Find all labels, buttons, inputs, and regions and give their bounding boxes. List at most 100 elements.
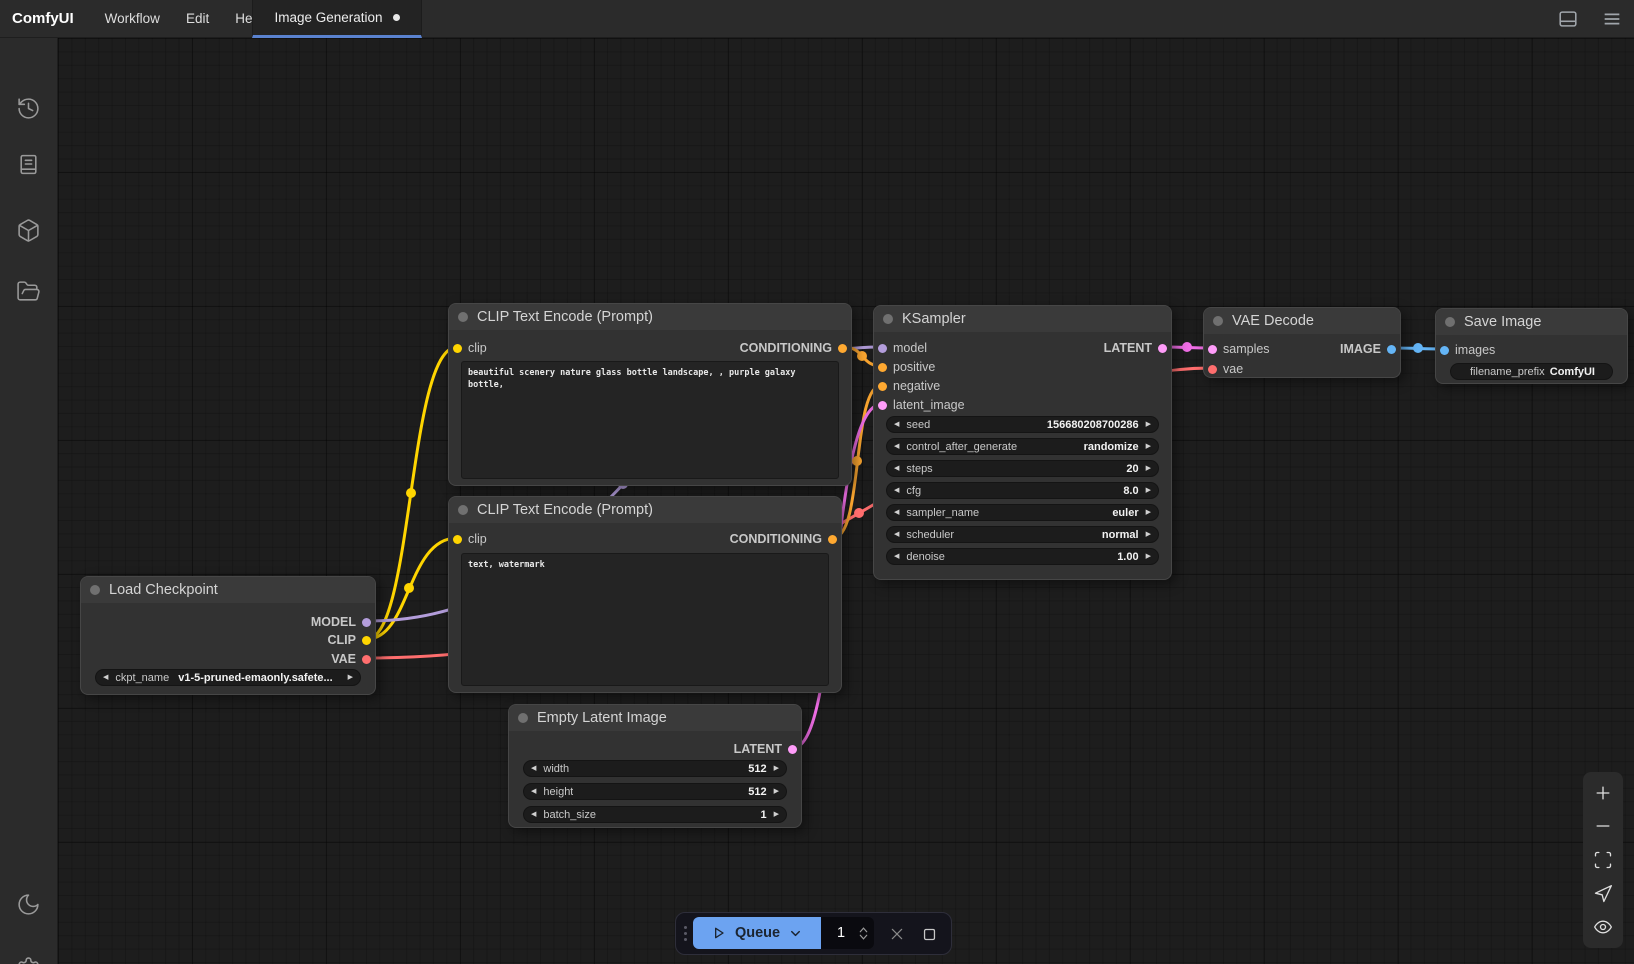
widget-right-arrow-icon[interactable]: ▶ (1146, 553, 1151, 560)
prompt-textarea[interactable]: beautiful scenery nature glass bottle la… (461, 361, 839, 479)
widget-left-arrow-icon[interactable]: ◀ (103, 674, 108, 681)
widget-left-arrow-icon[interactable]: ◀ (531, 765, 536, 772)
widget-right-arrow-icon[interactable]: ▶ (774, 788, 779, 795)
input-slot-negative[interactable] (878, 382, 887, 391)
model-library-icon[interactable] (11, 212, 47, 248)
widget-left-arrow-icon[interactable]: ◀ (894, 443, 899, 450)
node-title-bar[interactable]: Save Image (1436, 309, 1627, 335)
output-slot-latent[interactable] (788, 745, 797, 754)
workflows-folder-icon[interactable] (11, 273, 47, 309)
clear-queue-button[interactable] (884, 921, 910, 947)
prompt-textarea[interactable]: text, watermark (461, 553, 829, 686)
node-ksampler[interactable]: KSampler model LATENT positive negative … (873, 305, 1172, 580)
widget-right-arrow-icon[interactable]: ▶ (1146, 465, 1151, 472)
widget-height[interactable]: ◀ height 512 ▶ (523, 783, 787, 800)
widget-sampler-name[interactable]: ◀ sampler_name euler ▶ (886, 504, 1159, 521)
output-slot-conditioning[interactable] (828, 535, 837, 544)
output-slot-conditioning[interactable] (838, 344, 847, 353)
zoom-out-button[interactable] (1585, 811, 1621, 841)
widget-denoise[interactable]: ◀ denoise 1.00 ▶ (886, 548, 1159, 565)
node-library-icon[interactable] (11, 146, 47, 182)
widget-left-arrow-icon[interactable]: ◀ (894, 509, 899, 516)
node-load-checkpoint[interactable]: Load Checkpoint MODEL CLIP VAE ◀ ckpt_na… (80, 576, 376, 695)
input-slot-positive[interactable] (878, 363, 887, 372)
widget-control-after-generate[interactable]: ◀ control_after_generate randomize ▶ (886, 438, 1159, 455)
widget-right-arrow-icon[interactable]: ▶ (1146, 509, 1151, 516)
menu-edit[interactable]: Edit (173, 11, 222, 26)
zoom-in-button[interactable] (1585, 778, 1621, 808)
drag-handle-icon[interactable] (684, 926, 687, 941)
widget-left-arrow-icon[interactable]: ◀ (894, 421, 899, 428)
node-title-bar[interactable]: CLIP Text Encode (Prompt) (449, 304, 851, 330)
pointer-mode-button[interactable] (1585, 879, 1621, 909)
widget-seed[interactable]: ◀ seed 156680208700286 ▶ (886, 416, 1159, 433)
widget-right-arrow-icon[interactable]: ▶ (348, 674, 353, 681)
settings-gear-icon[interactable] (11, 950, 47, 964)
output-slot-clip[interactable] (362, 636, 371, 645)
input-slot-clip[interactable] (453, 535, 462, 544)
widget-left-arrow-icon[interactable]: ◀ (894, 465, 899, 472)
widget-left-arrow-icon[interactable]: ◀ (894, 553, 899, 560)
chevron-down-icon[interactable] (788, 926, 803, 941)
collapse-dot[interactable] (1445, 317, 1455, 327)
widget-right-arrow-icon[interactable]: ▶ (1146, 443, 1151, 450)
output-slot-image[interactable] (1387, 345, 1396, 354)
widget-right-arrow-icon[interactable]: ▶ (774, 765, 779, 772)
widget-width[interactable]: ◀ width 512 ▶ (523, 760, 787, 777)
node-title-bar[interactable]: VAE Decode (1204, 308, 1400, 334)
widget-left-arrow-icon[interactable]: ◀ (531, 788, 536, 795)
widget-scheduler[interactable]: ◀ scheduler normal ▶ (886, 526, 1159, 543)
collapse-dot[interactable] (883, 314, 893, 324)
widget-left-arrow-icon[interactable]: ◀ (894, 487, 899, 494)
chevron-up-icon[interactable] (858, 926, 869, 933)
widget-steps[interactable]: ◀ steps 20 ▶ (886, 460, 1159, 477)
widget-right-arrow-icon[interactable]: ▶ (1146, 531, 1151, 538)
widget-left-arrow-icon[interactable]: ◀ (531, 811, 536, 818)
theme-toggle-moon-icon[interactable] (11, 886, 47, 922)
collapse-dot[interactable] (518, 713, 528, 723)
collapse-dot[interactable] (458, 505, 468, 515)
widget-filename-prefix[interactable]: filename_prefix ComfyUI (1450, 363, 1613, 380)
widget-cfg[interactable]: ◀ cfg 8.0 ▶ (886, 482, 1159, 499)
menu-workflow[interactable]: Workflow (92, 11, 173, 26)
node-empty-latent-image[interactable]: Empty Latent Image LATENT ◀ width 512 ▶ … (508, 704, 802, 828)
batch-count-input[interactable]: 1 (821, 917, 874, 949)
node-vae-decode[interactable]: VAE Decode samples IMAGE vae (1203, 307, 1401, 378)
history-icon[interactable] (11, 90, 47, 126)
node-clip-text-encode-negative[interactable]: CLIP Text Encode (Prompt) clip CONDITION… (448, 496, 842, 693)
input-slot-latent-image[interactable] (878, 401, 887, 410)
node-clip-text-encode-positive[interactable]: CLIP Text Encode (Prompt) clip CONDITION… (448, 303, 852, 486)
slot-row: clip CONDITIONING (449, 339, 851, 357)
collapse-dot[interactable] (1213, 316, 1223, 326)
hamburger-menu-icon[interactable] (1600, 7, 1624, 31)
chevron-down-icon[interactable] (858, 934, 869, 941)
collapse-dot[interactable] (458, 312, 468, 322)
node-save-image[interactable]: Save Image images filename_prefix ComfyU… (1435, 308, 1628, 384)
fit-view-button[interactable] (1585, 845, 1621, 875)
queue-button[interactable]: Queue (693, 917, 821, 949)
input-slot-images[interactable] (1440, 346, 1449, 355)
workflow-tab[interactable]: Image Generation (252, 0, 422, 38)
panel-bottom-icon[interactable] (1556, 7, 1580, 31)
stop-button[interactable] (916, 921, 942, 947)
toggle-link-visibility-button[interactable] (1585, 912, 1621, 942)
output-slot-latent[interactable] (1158, 344, 1167, 353)
output-slot-model[interactable] (362, 618, 371, 627)
input-slot-clip[interactable] (453, 344, 462, 353)
widget-batch-size[interactable]: ◀ batch_size 1 ▶ (523, 806, 787, 823)
widget-right-arrow-icon[interactable]: ▶ (1146, 487, 1151, 494)
input-slot-model[interactable] (878, 344, 887, 353)
node-title-bar[interactable]: Empty Latent Image (509, 705, 801, 731)
output-slot-vae[interactable] (362, 655, 371, 664)
node-title-bar[interactable]: KSampler (874, 306, 1171, 332)
widget-left-arrow-icon[interactable]: ◀ (894, 531, 899, 538)
collapse-dot[interactable] (90, 585, 100, 595)
node-title-bar[interactable]: Load Checkpoint (81, 577, 375, 603)
input-slot-samples[interactable] (1208, 345, 1217, 354)
input-slot-vae[interactable] (1208, 365, 1217, 374)
widget-right-arrow-icon[interactable]: ▶ (774, 811, 779, 818)
node-graph-canvas[interactable]: Load Checkpoint MODEL CLIP VAE ◀ ckpt_na… (58, 38, 1634, 964)
widget-ckpt-name[interactable]: ◀ ckpt_name v1-5-pruned-emaonly.safete..… (95, 669, 361, 686)
widget-right-arrow-icon[interactable]: ▶ (1146, 421, 1151, 428)
node-title-bar[interactable]: CLIP Text Encode (Prompt) (449, 497, 841, 523)
